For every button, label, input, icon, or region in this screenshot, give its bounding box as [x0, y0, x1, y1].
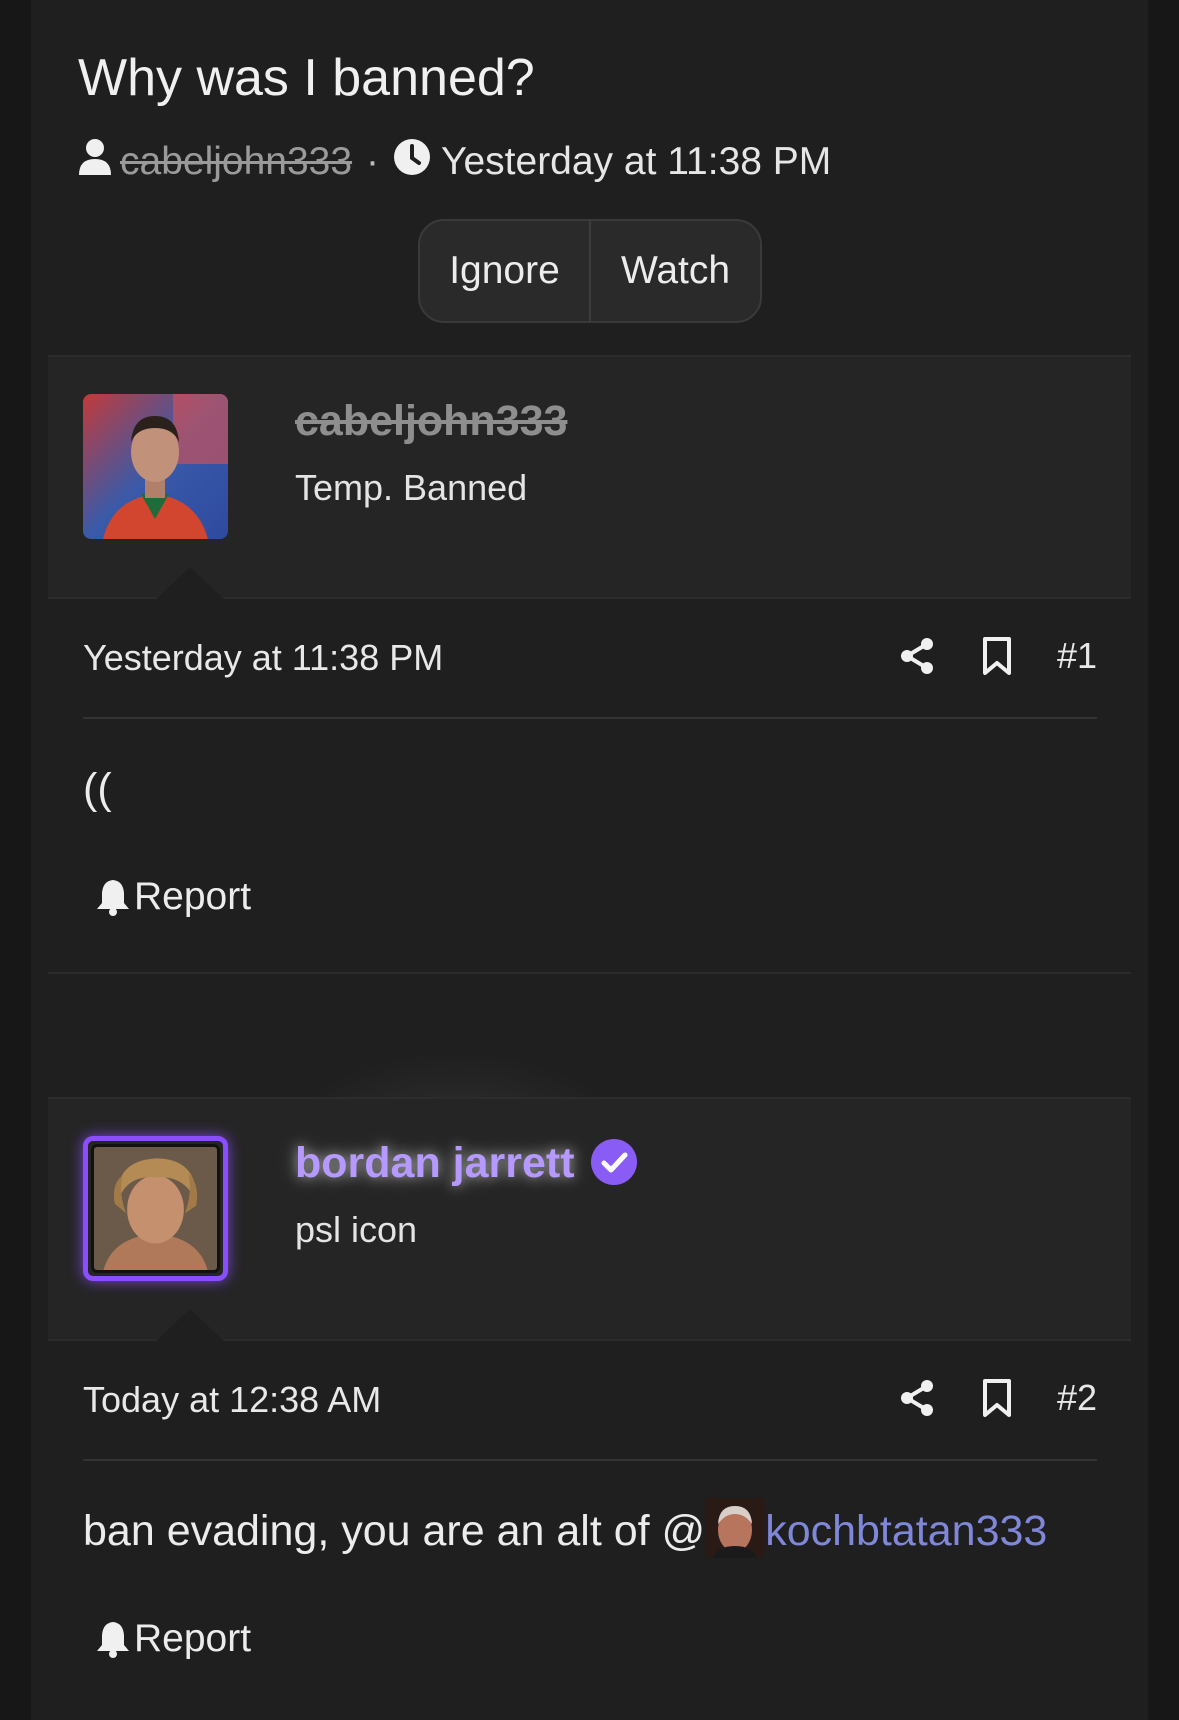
user-title: psl icon — [295, 1209, 418, 1250]
verified-badge-icon — [590, 1138, 637, 1185]
post-body-text: ban evading, you are an alt of @ — [83, 1507, 706, 1555]
post-date[interactable]: Yesterday at 11:38 PM — [83, 637, 443, 679]
bookmark-icon[interactable] — [977, 1378, 1017, 1418]
thread-action-group: Ignore Watch — [418, 219, 762, 323]
user-card: bordan jarrett psl icon — [48, 1097, 1131, 1341]
watch-button[interactable]: Watch — [589, 221, 760, 321]
post-actions: #2 — [897, 1371, 1097, 1425]
clock-icon — [393, 138, 431, 186]
thread-header: Why was I banned? cabeljohn333 · Yesterd… — [31, 0, 1148, 355]
post-divider — [48, 972, 1131, 974]
post-username[interactable]: cabeljohn333 — [295, 397, 567, 446]
post-header: Today at 12:38 AM #2 — [83, 1341, 1097, 1461]
ignore-button[interactable]: Ignore — [420, 221, 589, 321]
bell-icon — [97, 880, 129, 916]
thread-title: Why was I banned? — [78, 49, 535, 107]
report-label: Report — [134, 875, 252, 918]
thread-date[interactable]: Yesterday at 11:38 PM — [441, 140, 831, 184]
post-header: Yesterday at 11:38 PM #1 — [83, 599, 1097, 719]
user-card: cabeljohn333 Temp. Banned — [48, 355, 1131, 599]
post-2: bordan jarrett psl icon Today at 12:38 A… — [48, 1097, 1131, 1720]
thread-page: Why was I banned? cabeljohn333 · Yesterd… — [31, 0, 1148, 1720]
card-notch — [156, 567, 224, 599]
share-icon[interactable] — [897, 1378, 937, 1418]
post-number[interactable]: #1 — [1057, 635, 1097, 677]
user-mention-link[interactable]: kochbtatan333 — [765, 1507, 1047, 1555]
share-icon[interactable] — [897, 636, 937, 676]
avatar[interactable] — [83, 1136, 228, 1281]
post-actions: #1 — [897, 629, 1097, 683]
user-icon — [78, 138, 112, 186]
report-label: Report — [134, 1617, 252, 1660]
post-body: (( — [83, 765, 112, 813]
user-title: Temp. Banned — [295, 467, 528, 508]
bell-icon — [97, 1622, 129, 1658]
thread-author-link[interactable]: cabeljohn333 — [120, 140, 352, 184]
post-username-text: bordan jarrett — [295, 1139, 575, 1187]
post-body: ban evading, you are an alt of @ kochbtat… — [83, 1497, 1047, 1558]
card-notch — [156, 1309, 224, 1341]
post-number[interactable]: #2 — [1057, 1377, 1097, 1419]
avatar[interactable] — [83, 394, 228, 539]
mention-avatar[interactable] — [705, 1497, 766, 1558]
meta-separator: · — [366, 140, 380, 183]
post-date[interactable]: Today at 12:38 AM — [83, 1379, 381, 1421]
post-username[interactable]: bordan jarrett — [295, 1138, 637, 1188]
post-1: cabeljohn333 Temp. Banned Yesterday at 1… — [48, 355, 1131, 975]
report-button[interactable]: Report — [96, 875, 251, 919]
bookmark-icon[interactable] — [977, 636, 1017, 676]
thread-meta: cabeljohn333 · Yesterday at 11:38 PM — [78, 138, 831, 186]
report-button[interactable]: Report — [96, 1617, 251, 1661]
